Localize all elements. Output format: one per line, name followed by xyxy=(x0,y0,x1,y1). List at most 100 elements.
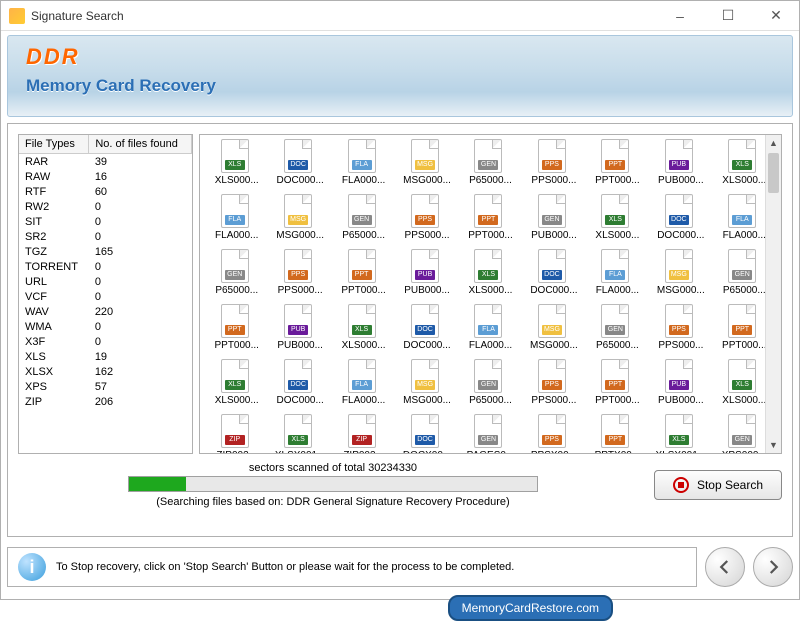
col-file-types[interactable]: File Types xyxy=(19,135,89,154)
cell-count: 19 xyxy=(89,349,192,364)
file-item[interactable]: GENP65000... xyxy=(206,249,267,296)
table-row[interactable]: RW20 xyxy=(19,199,192,214)
file-item[interactable]: XLSXLS000... xyxy=(206,359,267,406)
grid-scrollbar[interactable]: ▲ ▼ xyxy=(765,135,781,453)
file-label: PUB000... xyxy=(404,285,450,296)
file-label: P65000... xyxy=(596,340,639,351)
back-button[interactable] xyxy=(705,547,745,587)
scroll-up-icon[interactable]: ▲ xyxy=(766,135,781,151)
cell-count: 16 xyxy=(89,169,192,184)
file-icon: XLS xyxy=(348,304,380,338)
file-item[interactable]: PPS PPS000... xyxy=(650,304,711,351)
file-item[interactable]: FLAFLA000... xyxy=(460,304,521,351)
file-item[interactable]: XLSXLS000... xyxy=(587,194,648,241)
file-label: ZIP002... xyxy=(343,450,384,454)
hint-text: To Stop recovery, click on 'Stop Search'… xyxy=(56,561,514,573)
table-row[interactable]: SIT0 xyxy=(19,214,192,229)
table-row[interactable]: XLS19 xyxy=(19,349,192,364)
file-item[interactable]: XLSXLS000... xyxy=(333,304,394,351)
table-row[interactable]: TGZ165 xyxy=(19,244,192,259)
cell-type: RW2 xyxy=(19,199,89,214)
table-row[interactable]: TORRENT0 xyxy=(19,259,192,274)
file-item[interactable]: MSGMSG000... xyxy=(269,194,330,241)
file-item[interactable]: FLAFLA000... xyxy=(333,359,394,406)
file-item[interactable]: PPTPPT000... xyxy=(206,304,267,351)
scroll-down-icon[interactable]: ▼ xyxy=(766,437,781,453)
file-item[interactable]: MSGMSG000... xyxy=(396,359,457,406)
table-row[interactable]: WMA0 xyxy=(19,319,192,334)
file-icon: PPS xyxy=(284,249,316,283)
cell-count: 0 xyxy=(89,289,192,304)
cell-type: RTF xyxy=(19,184,89,199)
table-row[interactable]: XPS57 xyxy=(19,379,192,394)
forward-button[interactable] xyxy=(753,547,793,587)
table-row[interactable]: XLSX162 xyxy=(19,364,192,379)
file-item[interactable]: PPSPPS000... xyxy=(396,194,457,241)
file-item[interactable]: PPSPPS000... xyxy=(523,139,584,186)
file-item[interactable]: DOCDOC000... xyxy=(269,359,330,406)
file-item[interactable]: GENP65000... xyxy=(460,359,521,406)
file-types-table[interactable]: File Types No. of files found RAR39RAW16… xyxy=(18,134,193,454)
file-item[interactable]: GENPAGES0... xyxy=(460,414,521,454)
window-title: Signature Search xyxy=(31,9,665,23)
maximize-button[interactable]: ☐ xyxy=(713,6,743,26)
file-item[interactable]: FLAFLA000... xyxy=(587,249,648,296)
file-item[interactable]: XLSXLS000... xyxy=(460,249,521,296)
table-row[interactable]: RAR39 xyxy=(19,154,192,170)
file-item[interactable]: MSGMSG000... xyxy=(523,304,584,351)
table-row[interactable]: SR20 xyxy=(19,229,192,244)
file-item[interactable]: DOCDOC000... xyxy=(650,194,711,241)
file-item[interactable]: PUBPUB000... xyxy=(650,359,711,406)
file-item[interactable]: GENP65000... xyxy=(333,194,394,241)
file-item[interactable]: XLSXLSX001... xyxy=(650,414,711,454)
file-item[interactable]: ZIPZIP002... xyxy=(333,414,394,454)
file-item[interactable]: DOCDOCX00... xyxy=(396,414,457,454)
table-row[interactable]: ZIP206 xyxy=(19,394,192,409)
file-item[interactable]: GENPUB000... xyxy=(523,194,584,241)
table-row[interactable]: X3F0 xyxy=(19,334,192,349)
file-item[interactable]: DOCDOC000... xyxy=(523,249,584,296)
file-item[interactable]: PPSPPSX00... xyxy=(523,414,584,454)
file-item[interactable]: FLAFLA000... xyxy=(333,139,394,186)
file-item[interactable]: FLAFLA000... xyxy=(206,194,267,241)
table-row[interactable]: RTF60 xyxy=(19,184,192,199)
file-icon: PUB xyxy=(411,249,443,283)
table-row[interactable]: RAW16 xyxy=(19,169,192,184)
file-item[interactable]: DOCDOC000... xyxy=(269,139,330,186)
cell-count: 162 xyxy=(89,364,192,379)
stop-search-button[interactable]: Stop Search xyxy=(654,470,782,500)
file-label: PPS000... xyxy=(658,340,703,351)
file-item[interactable]: PPTPPT000... xyxy=(587,139,648,186)
file-item[interactable]: PPSPPS000... xyxy=(269,249,330,296)
col-file-count[interactable]: No. of files found xyxy=(89,135,192,154)
file-icon: DOC xyxy=(538,249,570,283)
file-item[interactable]: MSGMSG000... xyxy=(396,139,457,186)
file-item[interactable]: PUBPUB000... xyxy=(650,139,711,186)
table-row[interactable]: VCF0 xyxy=(19,289,192,304)
file-label: PPTX00... xyxy=(595,450,641,454)
file-item[interactable]: DOCDOC000... xyxy=(396,304,457,351)
file-item[interactable]: PUB PUB000... xyxy=(396,249,457,296)
file-item[interactable]: GENP65000... xyxy=(460,139,521,186)
file-item[interactable]: PPTPPT000... xyxy=(460,194,521,241)
file-label: ZIP002... xyxy=(216,450,257,454)
file-item[interactable]: XLSXLS000... xyxy=(206,139,267,186)
file-item[interactable]: XLSXLSX001... xyxy=(269,414,330,454)
file-icon: DOC xyxy=(284,359,316,393)
file-item[interactable]: PUBPUB000... xyxy=(269,304,330,351)
file-item[interactable]: GENP65000... xyxy=(587,304,648,351)
file-icon: GEN xyxy=(728,249,760,283)
table-row[interactable]: WAV220 xyxy=(19,304,192,319)
file-icon: PPS xyxy=(665,304,697,338)
file-item[interactable]: PPTPPT000... xyxy=(587,359,648,406)
file-item[interactable]: PPTPPTX00... xyxy=(587,414,648,454)
minimize-button[interactable]: – xyxy=(665,6,695,26)
file-icon: PPS xyxy=(411,194,443,228)
table-row[interactable]: URL0 xyxy=(19,274,192,289)
file-item[interactable]: PPSPPS000... xyxy=(523,359,584,406)
close-button[interactable]: ✕ xyxy=(761,6,791,26)
file-label: PUB000... xyxy=(531,230,577,241)
file-item[interactable]: ZIPZIP002... xyxy=(206,414,267,454)
file-item[interactable]: MSGMSG000... xyxy=(650,249,711,296)
file-item[interactable]: PPTPPT000... xyxy=(333,249,394,296)
